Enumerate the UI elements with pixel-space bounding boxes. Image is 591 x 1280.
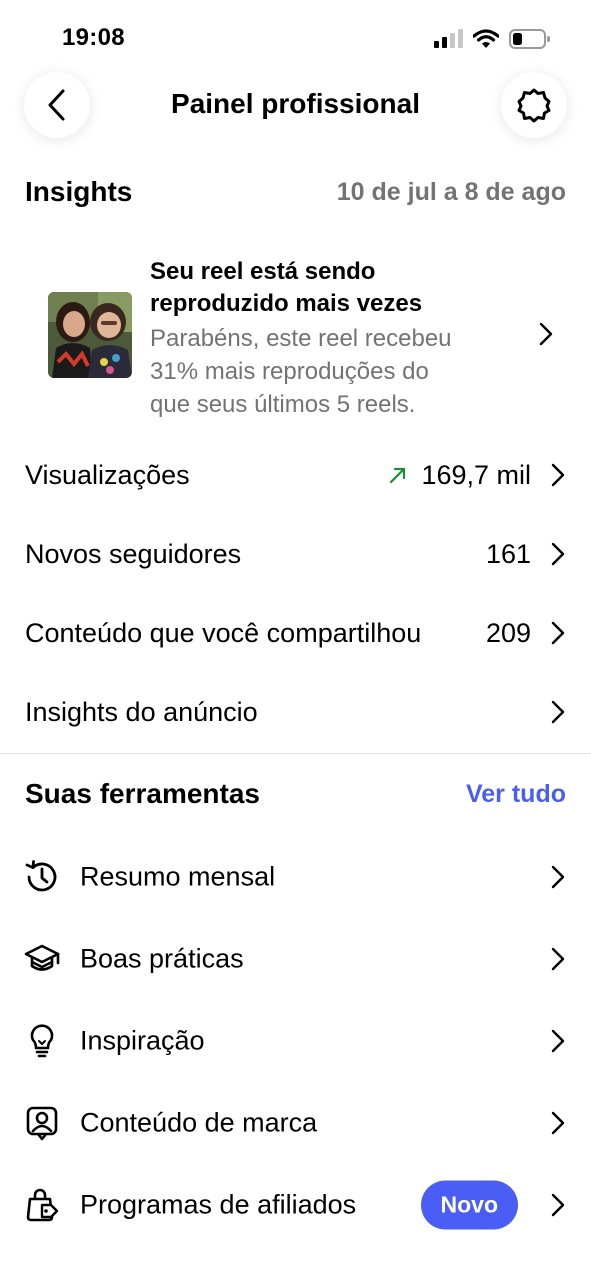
tool-label: Programas de afiliados xyxy=(80,1189,357,1220)
shared-content-label: Conteúdo que você compartilhou xyxy=(25,617,422,648)
section-divider xyxy=(0,753,591,754)
graduation-cap-icon xyxy=(24,944,60,971)
reel-desc-line-3: que seus últimos 5 reels. xyxy=(150,391,416,418)
tool-label: Conteúdo de marca xyxy=(80,1107,318,1138)
shared-content-row[interactable]: Conteúdo que você compartilhou 209 xyxy=(0,595,591,671)
views-count: 169,7 mil xyxy=(421,459,531,490)
chevron-right-icon xyxy=(551,1029,565,1053)
tool-label: Inspiração xyxy=(80,1025,205,1056)
ad-insights-label: Insights do anúncio xyxy=(25,696,258,727)
tool-affiliate-programs[interactable]: Programas de afiliados Novo xyxy=(0,1165,591,1245)
chevron-right-icon xyxy=(551,1193,565,1217)
new-badge: Novo xyxy=(420,1180,518,1230)
date-range[interactable]: 10 de jul a 8 de ago xyxy=(337,178,566,207)
wifi-icon xyxy=(473,29,499,48)
chevron-right-icon xyxy=(551,463,565,487)
chevron-right-icon xyxy=(539,322,553,346)
settings-button[interactable] xyxy=(501,72,567,138)
tool-label: Boas práticas xyxy=(80,943,244,974)
reel-insight-title: Seu reel está sendo reproduzido mais vez… xyxy=(150,256,510,320)
status-bar: 19:08 xyxy=(0,0,591,70)
new-followers-value: 161 xyxy=(485,538,531,569)
tool-monthly-summary[interactable]: Resumo mensal xyxy=(0,837,591,917)
reel-insight-card[interactable]: Seu reel está sendo reproduzido mais vez… xyxy=(0,250,591,420)
reel-insight-description: Parabéns, este reel recebeu 31% mais rep… xyxy=(150,322,510,421)
tools-title: Suas ferramentas xyxy=(25,778,261,809)
tool-inspiration[interactable]: Inspiração xyxy=(0,1001,591,1081)
views-value: 169,7 mil xyxy=(389,460,531,491)
chevron-right-icon xyxy=(551,700,565,724)
ad-insights-row[interactable]: Insights do anúncio xyxy=(0,674,591,750)
history-clock-icon xyxy=(25,860,57,892)
chevron-right-icon xyxy=(551,865,565,889)
lightbulb-icon xyxy=(30,1024,54,1058)
views-row[interactable]: Visualizações 169,7 mil xyxy=(0,437,591,513)
insights-title: Insights xyxy=(25,176,133,207)
reel-desc-line-1: Parabéns, este reel recebeu xyxy=(150,325,452,352)
shopping-bag-tag-icon xyxy=(26,1188,59,1222)
chevron-right-icon xyxy=(551,1111,565,1135)
tool-label: Resumo mensal xyxy=(80,861,276,892)
insights-header: Insights 10 de jul a 8 de ago xyxy=(25,176,566,208)
status-icons xyxy=(433,28,551,50)
tool-branded-content[interactable]: Conteúdo de marca xyxy=(0,1083,591,1163)
reel-insight-text: Seu reel está sendo reproduzido mais vez… xyxy=(150,256,510,421)
branded-content-icon xyxy=(26,1106,58,1141)
reel-desc-line-2: 31% mais reproduções do xyxy=(150,358,429,385)
new-followers-row[interactable]: Novos seguidores 161 xyxy=(0,516,591,592)
new-followers-label: Novos seguidores xyxy=(25,538,242,569)
gear-icon xyxy=(517,88,551,123)
nav-bar: Painel profissional xyxy=(0,70,591,142)
tool-best-practices[interactable]: Boas práticas xyxy=(0,919,591,999)
chevron-right-icon xyxy=(551,621,565,645)
reel-title-line-2: reproduzido mais vezes xyxy=(150,290,423,317)
reel-thumbnail xyxy=(48,292,132,378)
cellular-signal-icon xyxy=(434,29,463,48)
chevron-right-icon xyxy=(551,947,565,971)
tools-header: Suas ferramentas Ver tudo xyxy=(25,778,566,810)
shared-content-value: 209 xyxy=(485,617,531,648)
views-label: Visualizações xyxy=(25,459,190,490)
see-all-link[interactable]: Ver tudo xyxy=(466,780,566,809)
battery-icon xyxy=(509,29,550,49)
chevron-right-icon xyxy=(551,542,565,566)
status-time: 19:08 xyxy=(62,24,125,51)
reel-title-line-1: Seu reel está sendo xyxy=(150,258,376,285)
trend-up-arrow-icon xyxy=(390,467,406,484)
